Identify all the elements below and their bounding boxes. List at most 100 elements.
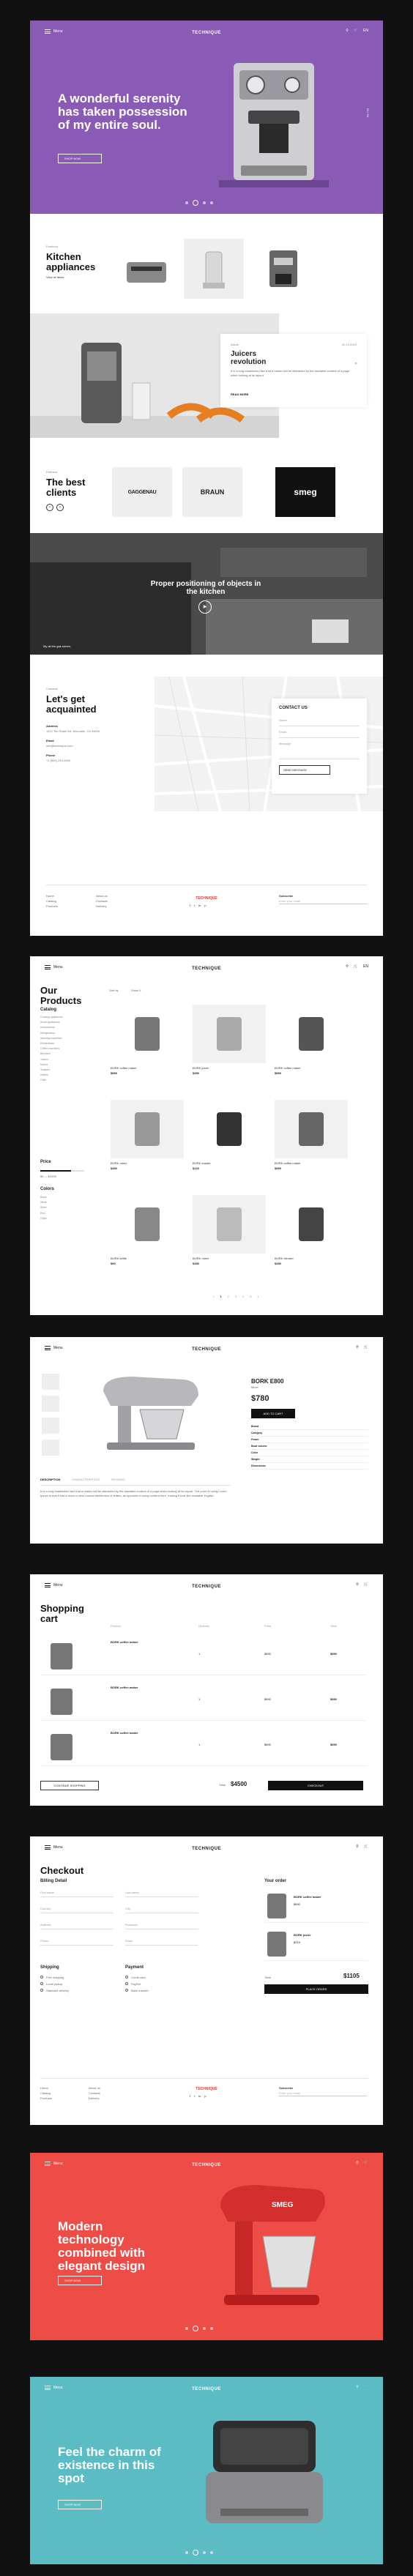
cart-item-name[interactable]: BORK coffee maker [111, 1640, 138, 1644]
radio-icon[interactable] [40, 1982, 43, 1985]
page-number[interactable]: 3 [235, 1295, 237, 1298]
billing-field[interactable]: City [125, 1907, 198, 1913]
price-slider[interactable] [40, 1170, 84, 1172]
product-image[interactable] [111, 1195, 184, 1254]
shop-now-button[interactable]: SHOP NOW [58, 2500, 102, 2509]
footer-link[interactable]: Delivery [89, 2096, 100, 2101]
payment-option[interactable]: Bank transfer [125, 1987, 149, 1994]
category-item[interactable]: Kitchenware [40, 1041, 63, 1046]
category-item[interactable]: Dishwashers [40, 1025, 63, 1030]
logo[interactable]: TECHNIQUE [30, 2387, 383, 2391]
payment-option[interactable]: Credit card [125, 1974, 149, 1981]
linkedin-icon[interactable]: in [198, 904, 201, 907]
page-number[interactable]: 2 [228, 1295, 229, 1298]
logo[interactable]: TECHNIQUE [30, 1847, 383, 1851]
view-all-link[interactable]: View all items [46, 275, 64, 279]
search-icon[interactable]: ⚲ [356, 2161, 359, 2165]
product-thumbnail[interactable] [42, 1374, 59, 1390]
cart-icon[interactable]: 🛒 [364, 1345, 368, 1350]
client-logo-smeg[interactable]: smeg [275, 467, 335, 517]
color-option[interactable]: Other [40, 1216, 47, 1221]
product-card[interactable]: BORK coffee maker $890 [111, 1005, 184, 1075]
subscribe-input[interactable]: Enter your email [279, 2091, 367, 2096]
category-item[interactable]: Refrigerators [40, 1031, 63, 1036]
page-number[interactable]: 5 [250, 1295, 251, 1298]
cart-item-image[interactable] [51, 1689, 72, 1715]
search-icon[interactable]: ⚲ [356, 2385, 359, 2389]
search-icon[interactable]: ⚲ [356, 1582, 359, 1587]
product-image[interactable] [193, 1005, 266, 1063]
category-item[interactable]: Mixers [40, 1062, 63, 1068]
slider-dot-active[interactable] [193, 200, 198, 206]
add-to-cart-button[interactable]: ADD TO CART [251, 1409, 295, 1418]
kitchen-thumb[interactable] [312, 619, 349, 643]
email-field[interactable]: Email [279, 726, 360, 738]
logo[interactable]: TECHNIQUE [30, 2163, 383, 2167]
language-switch[interactable]: EN [363, 964, 368, 969]
product-card[interactable]: BORK mixer $450 [193, 1195, 266, 1265]
billing-field[interactable]: Last name [125, 1891, 198, 1897]
product-card[interactable]: BORK coffee maker $890 [275, 1005, 348, 1075]
tab-characteristics[interactable]: CHARACTERISTICS [72, 1478, 100, 1481]
product-thumbnail[interactable] [42, 1418, 59, 1434]
product-image[interactable] [111, 1005, 184, 1063]
twitter-icon[interactable]: t [194, 904, 195, 907]
cart-icon[interactable]: 🛒 [354, 964, 358, 969]
footer-link[interactable]: Delivery [96, 904, 108, 909]
cart-icon[interactable]: 🛒 [364, 1844, 368, 1849]
color-option[interactable]: Black [40, 1195, 47, 1200]
category-item[interactable]: Grills [40, 1078, 63, 1083]
billing-field[interactable]: Address [40, 1923, 114, 1929]
cart-icon[interactable]: 🛒 [364, 2385, 368, 2389]
shipping-option[interactable]: Local pickup [40, 1981, 69, 1987]
category-item[interactable]: Cooking appliances [40, 1015, 63, 1020]
product-image[interactable] [275, 1100, 348, 1158]
product-image[interactable] [193, 1195, 266, 1254]
product-image[interactable] [275, 1195, 348, 1254]
client-logo-gaggenau[interactable]: GAGGENAU [112, 467, 172, 517]
product-card[interactable]: BORK blender $290 [275, 1195, 348, 1265]
search-icon[interactable]: ⚲ [356, 1844, 359, 1849]
radio-icon[interactable] [125, 1989, 128, 1992]
twitter-icon[interactable]: t [194, 2094, 195, 2098]
quantity-stepper[interactable]: 1 [198, 1697, 200, 1701]
payment-option[interactable]: PayPal [125, 1981, 149, 1987]
logo[interactable]: TECHNIQUE [30, 1585, 383, 1589]
billing-field[interactable]: Postcode [125, 1923, 198, 1929]
product-tile[interactable] [116, 240, 176, 299]
product-card[interactable]: BORK toaster $120 [193, 1100, 266, 1170]
slider-dot[interactable] [210, 2327, 213, 2330]
pinterest-icon[interactable]: p [204, 2094, 206, 2098]
language-switch[interactable]: EN [363, 29, 368, 33]
product-card[interactable]: BORK juicer $350 [193, 1005, 266, 1075]
place-order-button[interactable]: PLACE ORDER [264, 1984, 368, 1994]
next-arrow-icon[interactable]: › [56, 504, 64, 511]
shipping-option[interactable]: Free shipping [40, 1974, 69, 1981]
search-icon[interactable]: ⚲ [346, 29, 349, 33]
product-card[interactable]: BORK mixer $450 [111, 1100, 184, 1170]
cart-item-image[interactable] [51, 1734, 72, 1760]
phone-text[interactable]: +1 (650) 253-0000 [46, 758, 105, 763]
footer-link[interactable]: Catalog [40, 2091, 52, 2096]
search-icon[interactable]: ⚲ [346, 964, 349, 969]
linkedin-icon[interactable]: in [198, 2094, 201, 2098]
shipping-option[interactable]: Standard delivery [40, 1987, 69, 1994]
radio-icon[interactable] [40, 1976, 43, 1978]
logo[interactable]: TECHNIQUE [30, 967, 383, 971]
name-field[interactable]: Name [279, 715, 360, 726]
product-tile[interactable] [184, 239, 244, 299]
cart-icon[interactable]: 🛒 [354, 29, 358, 33]
slider-dot[interactable] [185, 2551, 188, 2554]
category-item[interactable]: Washing machines [40, 1036, 63, 1041]
quantity-stepper[interactable]: 1 [198, 1652, 200, 1656]
shop-now-button[interactable]: SHOP NOW [58, 154, 102, 163]
read-more-link[interactable]: READ MORE [231, 392, 248, 396]
product-image[interactable] [275, 1005, 348, 1063]
checkout-button[interactable]: CHECKOUT [268, 1781, 363, 1790]
subscribe-input[interactable]: Enter your email [279, 898, 367, 904]
billing-field[interactable]: Phone [40, 1939, 114, 1946]
billing-field[interactable]: Country [40, 1907, 114, 1913]
slider-dot[interactable] [185, 2327, 188, 2330]
logo[interactable]: TECHNIQUE [30, 1347, 383, 1352]
radio-icon[interactable] [125, 1982, 128, 1985]
